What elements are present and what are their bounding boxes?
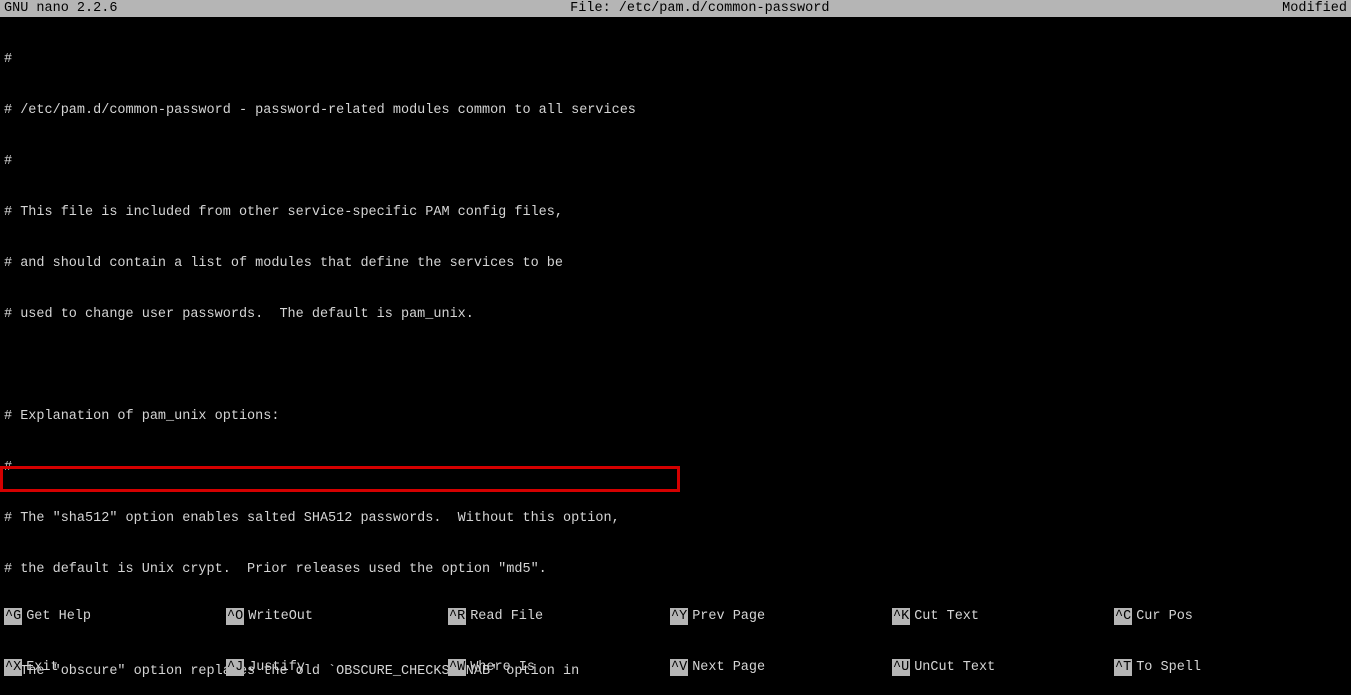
shortcut-row-2: ^XExit ^JJustify ^WWhere Is ^VNext Page … xyxy=(4,659,1347,676)
file-line: # The "sha512" option enables salted SHA… xyxy=(4,510,1347,527)
shortcut-row-1: ^GGet Help ^OWriteOut ^RRead File ^YPrev… xyxy=(4,608,1347,625)
file-line: # used to change user passwords. The def… xyxy=(4,306,1347,323)
shortcut-label: Read File xyxy=(470,608,543,625)
shortcut-label: Get Help xyxy=(26,608,91,625)
shortcut-key: ^K xyxy=(892,608,910,625)
shortcut-label: Prev Page xyxy=(692,608,765,625)
file-line: # and should contain a list of modules t… xyxy=(4,255,1347,272)
shortcut-key: ^G xyxy=(4,608,22,625)
shortcut-key: ^X xyxy=(4,659,22,676)
shortcut-key: ^T xyxy=(1114,659,1132,676)
file-line: # /etc/pam.d/common-password - password-… xyxy=(4,102,1347,119)
shortcut-label: Next Page xyxy=(692,659,765,676)
app-name: GNU nano 2.2.6 xyxy=(4,0,117,17)
shortcut-label: Cut Text xyxy=(914,608,979,625)
shortcut-label: To Spell xyxy=(1136,659,1201,676)
shortcut-label: UnCut Text xyxy=(914,659,995,676)
shortcut-label: WriteOut xyxy=(248,608,313,625)
shortcut-cut-text[interactable]: ^KCut Text xyxy=(892,608,1114,625)
shortcut-writeout[interactable]: ^OWriteOut xyxy=(226,608,448,625)
shortcut-to-spell[interactable]: ^TTo Spell xyxy=(1114,659,1336,676)
shortcut-label: Exit xyxy=(26,659,58,676)
shortcut-key: ^V xyxy=(670,659,688,676)
header-bar: GNU nano 2.2.6 File: /etc/pam.d/common-p… xyxy=(0,0,1351,17)
shortcut-label: Cur Pos xyxy=(1136,608,1193,625)
shortcut-justify[interactable]: ^JJustify xyxy=(226,659,448,676)
file-line: # xyxy=(4,51,1347,68)
shortcut-next-page[interactable]: ^VNext Page xyxy=(670,659,892,676)
file-line: # This file is included from other servi… xyxy=(4,204,1347,221)
shortcut-key: ^W xyxy=(448,659,466,676)
shortcut-prev-page[interactable]: ^YPrev Page xyxy=(670,608,892,625)
shortcut-cur-pos[interactable]: ^CCur Pos xyxy=(1114,608,1336,625)
shortcut-exit[interactable]: ^XExit xyxy=(4,659,226,676)
file-path: File: /etc/pam.d/common-password xyxy=(570,0,829,17)
shortcut-key: ^R xyxy=(448,608,466,625)
shortcut-key: ^C xyxy=(1114,608,1132,625)
shortcut-key: ^Y xyxy=(670,608,688,625)
file-line: # xyxy=(4,459,1347,476)
shortcut-key: ^O xyxy=(226,608,244,625)
modified-flag: Modified xyxy=(1282,0,1347,17)
shortcut-read-file[interactable]: ^RRead File xyxy=(448,608,670,625)
file-line xyxy=(4,357,1347,374)
shortcut-uncut-text[interactable]: ^UUnCut Text xyxy=(892,659,1114,676)
shortcut-key: ^U xyxy=(892,659,910,676)
file-line: # Explanation of pam_unix options: xyxy=(4,408,1347,425)
shortcut-bar: ^GGet Help ^OWriteOut ^RRead File ^YPrev… xyxy=(0,574,1351,695)
shortcut-key: ^J xyxy=(226,659,244,676)
shortcut-label: Justify xyxy=(248,659,305,676)
shortcut-label: Where Is xyxy=(470,659,535,676)
file-line: # xyxy=(4,153,1347,170)
shortcut-get-help[interactable]: ^GGet Help xyxy=(4,608,226,625)
shortcut-where-is[interactable]: ^WWhere Is xyxy=(448,659,670,676)
